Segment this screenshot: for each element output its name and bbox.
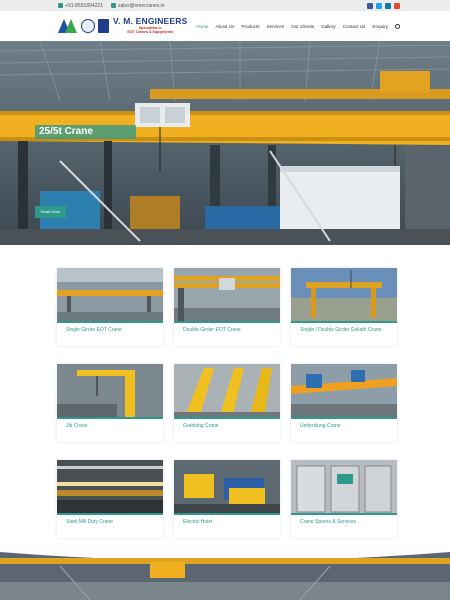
read-more-button[interactable]: Read More xyxy=(35,206,66,218)
product-label: Jib Crane xyxy=(66,423,88,429)
facebook-icon[interactable] xyxy=(367,2,373,9)
brand-tagline-2: EOT Cranes & Equipments xyxy=(127,30,174,35)
product-label: Crane Spares & Services xyxy=(300,519,357,525)
product-image xyxy=(57,364,163,419)
product-label: Single Girder EOT Crane xyxy=(66,327,122,333)
product-label: Steel Mill Duty Crane xyxy=(66,519,113,525)
next-slider-preview xyxy=(0,552,450,600)
phone-text: +91-8551894221 xyxy=(65,2,103,9)
nav-products[interactable]: Products xyxy=(241,24,259,29)
product-card-grabbing-crane[interactable]: Grabbing Crane xyxy=(174,364,280,442)
top-contact-bar: +91-8551894221 sales@vmecranes.in xyxy=(0,0,450,11)
product-image xyxy=(57,460,163,515)
brand-text: V. M. ENGINEERS Specialists in EOT Crane… xyxy=(113,17,187,35)
nav-services[interactable]: Services xyxy=(267,24,285,29)
email-contact[interactable]: sales@vmecranes.in xyxy=(110,2,165,9)
product-label: Grabbing Crane xyxy=(183,423,219,429)
certification-seal xyxy=(81,19,95,33)
nav-contact-us[interactable]: Contact Us xyxy=(343,24,366,29)
nav-about-us[interactable]: About Us xyxy=(215,24,234,29)
product-card-steel-mill[interactable]: Steel Mill Duty Crane xyxy=(57,460,163,538)
linkedin-icon[interactable] xyxy=(385,2,391,9)
product-card-jib-crane[interactable]: Jib Crane xyxy=(57,364,163,442)
product-card-underslung-crane[interactable]: Underslung Crane xyxy=(291,364,397,442)
site-header: V. M. ENGINEERS Specialists in EOT Crane… xyxy=(0,11,450,41)
social-links xyxy=(367,2,400,9)
product-image xyxy=(57,268,163,323)
product-image xyxy=(174,268,280,323)
product-card-goliath[interactable]: Single / Double Girder Goliath Crane xyxy=(291,268,397,346)
main-nav: Home About Us Products Services Our Clie… xyxy=(196,23,400,29)
product-label: Underslung Crane xyxy=(300,423,341,429)
hero-crane-image xyxy=(0,41,450,245)
vm-logo-mark xyxy=(58,17,78,35)
hero-title: 25/5t Crane xyxy=(35,125,136,139)
nav-enquiry[interactable]: Enquiry xyxy=(372,24,388,29)
product-card-crane-spares[interactable]: Crane Spares & Services xyxy=(291,460,397,538)
product-image xyxy=(174,460,280,515)
product-image xyxy=(291,268,397,323)
search-icon[interactable] xyxy=(395,23,400,29)
email-text: sales@vmecranes.in xyxy=(117,2,165,9)
google-plus-icon[interactable] xyxy=(394,2,400,9)
product-image xyxy=(291,364,397,419)
product-label: Double Girder EOT Crane xyxy=(183,327,241,333)
crane-banner-image xyxy=(0,552,450,600)
nav-home[interactable]: Home xyxy=(196,24,208,29)
product-image xyxy=(291,460,397,515)
hero-slider: 25/5t Crane Read More xyxy=(0,41,450,245)
brand-name: V. M. ENGINEERS xyxy=(113,16,188,27)
product-image xyxy=(174,364,280,419)
certification-badge xyxy=(98,19,109,33)
nav-gallery[interactable]: Gallery xyxy=(321,24,336,29)
product-label: Single / Double Girder Goliath Crane xyxy=(300,327,382,333)
product-label: Electric Hoist xyxy=(183,519,213,525)
product-card-double-girder[interactable]: Double Girder EOT Crane xyxy=(174,268,280,346)
twitter-icon[interactable] xyxy=(376,2,382,9)
product-card-single-girder[interactable]: Single Girder EOT Crane xyxy=(57,268,163,346)
nav-our-clients[interactable]: Our Clients xyxy=(291,24,314,29)
phone-icon xyxy=(58,3,63,8)
phone-contact[interactable]: +91-8551894221 xyxy=(58,3,103,9)
mail-icon xyxy=(110,3,116,8)
site-logo[interactable]: V. M. ENGINEERS Specialists in EOT Crane… xyxy=(58,15,187,37)
product-card-electric-hoist[interactable]: Electric Hoist xyxy=(174,460,280,538)
